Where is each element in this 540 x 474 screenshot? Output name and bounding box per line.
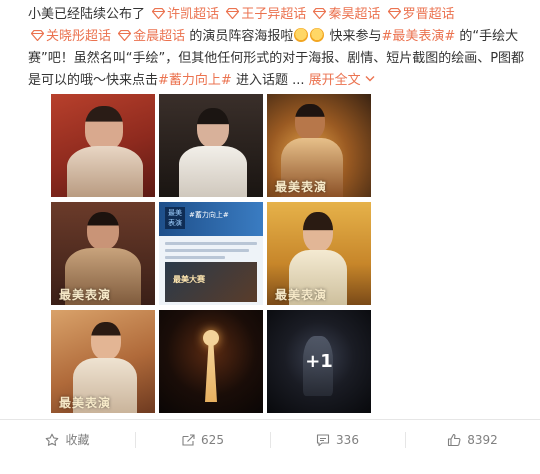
poster-thumbnail-1[interactable] bbox=[51, 94, 155, 197]
keyhole-light-beam bbox=[205, 342, 217, 402]
screenshot-title: #蓄力向上# bbox=[189, 211, 229, 219]
poster-thumbnail-7[interactable] bbox=[159, 310, 263, 413]
topic-link-qinhao[interactable]: 秦昊超话 bbox=[310, 7, 380, 22]
repost-button[interactable]: 625 bbox=[135, 420, 270, 459]
expand-link[interactable]: 展开全文 bbox=[309, 73, 375, 88]
diamond-icon bbox=[31, 30, 44, 41]
post-intro: 小美已经陆续公布了 bbox=[28, 7, 146, 22]
like-button[interactable]: 8392 bbox=[405, 420, 540, 459]
comment-button[interactable]: 336 bbox=[270, 420, 405, 459]
topic-link-xukai[interactable]: 许凯超话 bbox=[149, 7, 219, 22]
repost-icon bbox=[182, 433, 195, 446]
screenshot-image: 最美大赛 bbox=[165, 262, 257, 302]
diamond-icon bbox=[387, 8, 401, 19]
post-text-mid4: 进入话题 ... bbox=[235, 73, 305, 88]
star-icon bbox=[46, 433, 59, 446]
diamond-icon bbox=[118, 30, 132, 41]
poster-thumbnail-4[interactable]: 最美表演 bbox=[51, 202, 155, 305]
screenshot-logo: 最美表演 bbox=[165, 207, 185, 229]
comment-icon bbox=[316, 433, 330, 446]
poster-caption: 最美表演 bbox=[275, 288, 328, 302]
chevron-down-icon bbox=[365, 76, 375, 82]
screenshot-thumbnail[interactable]: 最美表演 #蓄力向上# 最美大赛 bbox=[159, 202, 263, 305]
emoji-icon bbox=[310, 28, 325, 42]
topic-link-guanxiaotong[interactable]: 关晓彤超话 bbox=[28, 29, 111, 44]
poster-caption: 最美表演 bbox=[59, 288, 112, 302]
post-text-mid2: 快来参与 bbox=[329, 29, 382, 44]
thumbs-up-icon bbox=[448, 433, 461, 446]
image-grid: 最美表演 最美表演 最美表演 #蓄力向上# 最美大赛 最美表演 最美表演 +1 bbox=[51, 94, 372, 413]
post-text: 小美已经陆续公布了 许凯超话 王子异超话 秦昊超话 罗晋超话 关晓彤超话 金晨超… bbox=[28, 4, 528, 92]
topic-link-jinchen[interactable]: 金晨超话 bbox=[115, 29, 185, 44]
diamond-icon bbox=[152, 8, 166, 19]
topic-link-luojin[interactable]: 罗晋超话 bbox=[385, 7, 455, 22]
repost-count: 625 bbox=[201, 432, 224, 447]
poster-thumbnail-5[interactable]: 最美表演 bbox=[267, 202, 371, 305]
portrait-figure bbox=[87, 212, 119, 250]
hashtag-link-rise[interactable]: #蓄力向上# bbox=[158, 73, 232, 88]
poster-caption: 最美表演 bbox=[275, 180, 328, 194]
poster-thumbnail-6[interactable]: 最美表演 bbox=[51, 310, 155, 413]
portrait-figure bbox=[91, 322, 121, 360]
portrait-body bbox=[179, 146, 247, 197]
like-count: 8392 bbox=[467, 432, 498, 447]
poster-thumbnail-2[interactable] bbox=[159, 94, 263, 197]
comment-count: 336 bbox=[336, 432, 359, 447]
poster-thumbnail-3[interactable]: 最美表演 bbox=[267, 94, 371, 197]
emoji-icon bbox=[294, 28, 309, 42]
diamond-icon bbox=[226, 8, 240, 19]
hashtag-link-contest[interactable]: #最美表演# bbox=[381, 29, 455, 44]
topic-link-wangziyi[interactable]: 王子异超话 bbox=[223, 7, 306, 22]
favorite-label: 收藏 bbox=[65, 433, 90, 447]
portrait-figure bbox=[303, 212, 333, 252]
screenshot-banner: 最美大赛 bbox=[173, 275, 205, 284]
action-bar: 收藏 625 336 8392 bbox=[0, 419, 540, 459]
diamond-icon bbox=[313, 8, 327, 19]
screenshot-text-lines bbox=[165, 242, 257, 263]
portrait-figure bbox=[197, 108, 229, 148]
poster-caption: 最美表演 bbox=[59, 396, 112, 410]
portrait-body bbox=[67, 146, 143, 197]
portrait-figure bbox=[295, 104, 325, 140]
weibo-screenshot: 最美表演 #蓄力向上# 最美大赛 bbox=[159, 202, 263, 305]
screenshot-header: 最美表演 #蓄力向上# bbox=[159, 202, 263, 236]
portrait-figure bbox=[85, 106, 123, 150]
more-images-thumbnail[interactable]: +1 bbox=[267, 310, 371, 413]
more-count: +1 bbox=[305, 351, 333, 372]
post-text-mid1: 的演员阵容海报啦 bbox=[189, 29, 294, 44]
favorite-button[interactable]: 收藏 bbox=[0, 420, 135, 459]
